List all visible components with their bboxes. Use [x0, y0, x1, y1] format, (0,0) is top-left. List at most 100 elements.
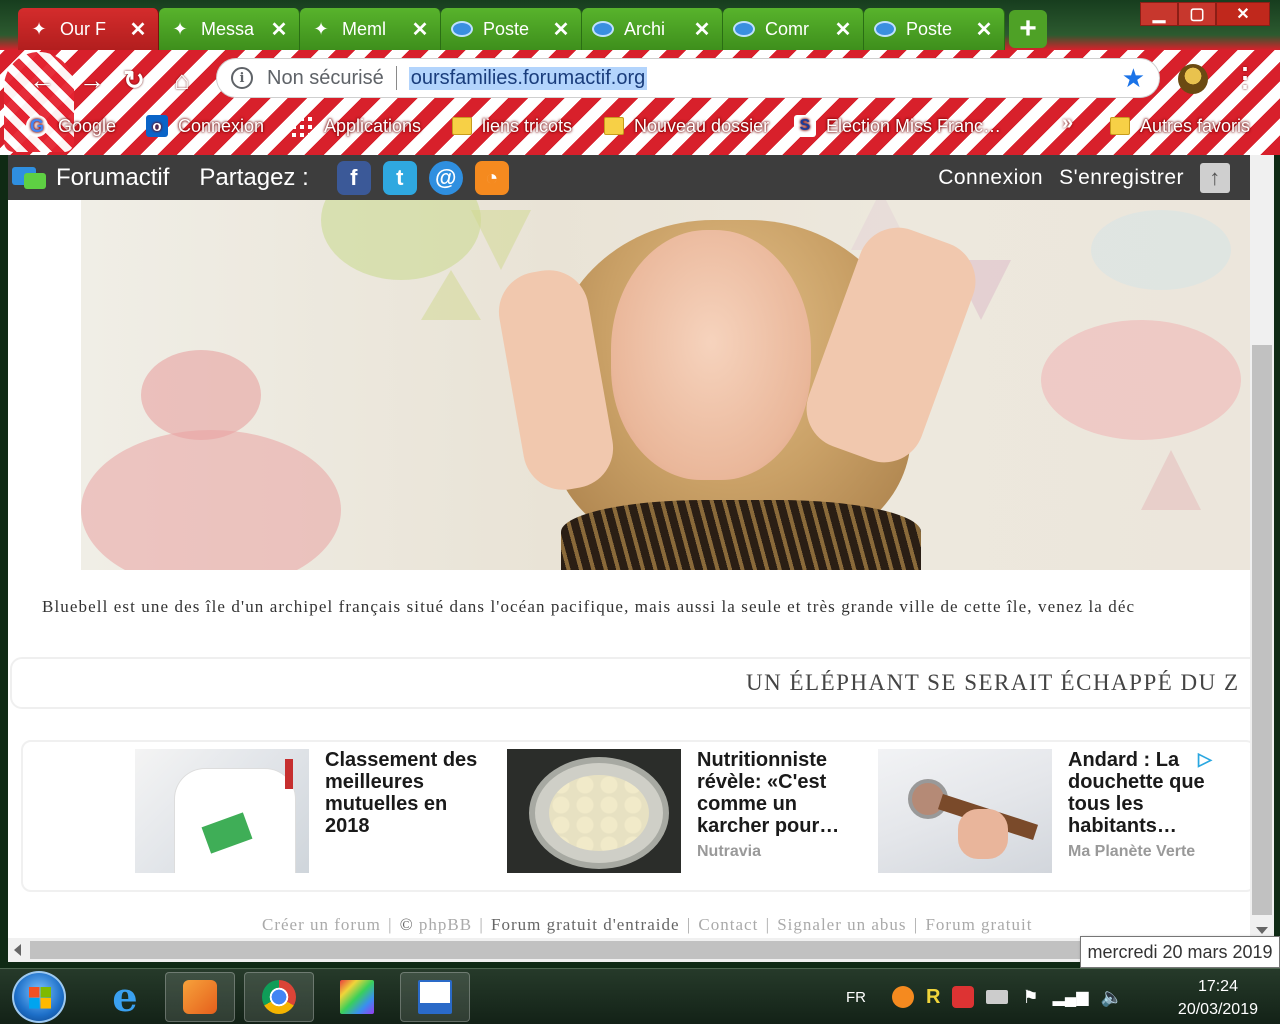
scroll-thumb[interactable]	[1252, 345, 1272, 915]
clock-date: 20/03/2019	[1177, 1001, 1258, 1018]
taskbar-chrome[interactable]	[244, 972, 314, 1022]
chat-bubble-icon	[733, 18, 755, 40]
forward-button[interactable]: →	[76, 64, 108, 96]
clock-time: 17:24	[1197, 978, 1238, 995]
scroll-left-arrow-icon[interactable]	[14, 944, 21, 956]
tab-comments[interactable]: Comr ✕	[723, 8, 864, 50]
url-text[interactable]: oursfamilies.forumactif.org	[408, 66, 648, 90]
profile-avatar[interactable]	[1178, 64, 1208, 94]
ad-image-bananas[interactable]	[507, 749, 681, 873]
contact-link[interactable]: Contact	[698, 915, 758, 934]
minimize-button[interactable]: ▁	[1140, 2, 1178, 26]
close-tab-icon[interactable]: ✕	[974, 17, 994, 42]
close-tab-icon[interactable]: ✕	[410, 17, 430, 42]
forumactif-brand[interactable]: Forumactif	[56, 164, 169, 192]
ad-card[interactable]: Classement des meilleures mutuelles en 2…	[135, 749, 495, 875]
bookmark-label: Connexion	[178, 115, 265, 136]
scroll-thumb[interactable]	[30, 941, 1090, 959]
address-bar[interactable]: i Non sécurisé oursfamilies.forumactif.o…	[216, 58, 1160, 98]
close-tab-icon[interactable]: ✕	[269, 17, 289, 42]
login-link[interactable]: Connexion	[938, 166, 1043, 190]
divider: |	[765, 915, 770, 934]
email-icon[interactable]: @	[428, 160, 463, 195]
rss-icon[interactable]: ◔	[474, 160, 509, 195]
scroll-down-arrow-icon[interactable]	[1256, 927, 1268, 934]
report-abuse-link[interactable]: Signaler un abus	[777, 915, 906, 934]
close-window-button[interactable]: ✕	[1216, 2, 1270, 26]
divider	[395, 66, 397, 90]
facebook-icon[interactable]: f	[336, 160, 371, 195]
ad-image-shower-head[interactable]	[878, 749, 1052, 873]
bookmark-star-icon[interactable]: ★	[1122, 63, 1145, 94]
forumactif-logo-icon[interactable]	[12, 163, 48, 193]
bookmark-liens-tricots[interactable]: liens tricots	[452, 108, 572, 144]
avast-icon[interactable]	[892, 986, 914, 1008]
bookmark-election-miss-france[interactable]: S Election Miss Franc…	[794, 108, 1001, 144]
bookmark-applications[interactable]: Applications	[292, 108, 421, 144]
r-app-icon[interactable]: R	[926, 986, 940, 1009]
ad-source[interactable]: Nutravia	[697, 843, 761, 861]
tab-our-families[interactable]: ✦ Our F ✕	[18, 8, 159, 50]
ad-title[interactable]: Nutritionniste révèle: «C'est comme un k…	[697, 749, 857, 837]
taskbar-photo-app[interactable]	[322, 972, 392, 1022]
bookmark-google[interactable]: G Google	[26, 108, 116, 144]
bookmark-label: Election Miss Franc…	[826, 115, 1002, 136]
volume-icon[interactable]: 🔈	[1101, 987, 1123, 1008]
taskbar-media-player[interactable]	[165, 972, 235, 1022]
home-button[interactable]: ⌂	[166, 64, 198, 96]
new-tab-button[interactable]: +	[1009, 10, 1047, 48]
ad-source[interactable]: Ma Planète Verte	[1068, 843, 1195, 861]
back-button[interactable]: ←	[26, 64, 58, 96]
tab-strip: ✦ Our F ✕ ✦ Messa ✕ ✦ Meml ✕ Poste ✕ Arc…	[18, 8, 1047, 50]
vertical-scrollbar[interactable]	[1250, 155, 1274, 938]
taskbar-internet-explorer[interactable]: e	[90, 972, 160, 1022]
signal-strength-icon[interactable]: ▂▄▆	[1053, 987, 1089, 1007]
bookmark-nouveau-dossier[interactable]: Nouveau dossier	[604, 108, 769, 144]
language-indicator[interactable]: FR	[846, 969, 866, 1024]
site-info-icon[interactable]: i	[231, 67, 253, 89]
ad-card[interactable]: Andard : La douchette que tous les habit…	[878, 749, 1238, 875]
close-tab-icon[interactable]: ✕	[128, 17, 148, 42]
tab-poster-1[interactable]: Poste ✕	[441, 8, 582, 50]
folder-icon	[1110, 117, 1130, 135]
forum-icon: ✦	[172, 18, 188, 39]
taskbar-clock[interactable]: 17:24 20/03/2019	[1178, 975, 1258, 1021]
network-tool-icon[interactable]	[986, 990, 1009, 1004]
create-forum-link[interactable]: Créer un forum	[262, 915, 381, 934]
other-bookmarks[interactable]: Autres favoris	[1110, 108, 1250, 144]
close-tab-icon[interactable]: ✕	[833, 17, 853, 42]
reload-button[interactable]: ↻	[118, 64, 150, 96]
tab-title: Our F	[60, 18, 107, 39]
tab-poster-2[interactable]: Poste ✕	[864, 8, 1005, 50]
start-button[interactable]	[12, 971, 66, 1023]
twitter-icon[interactable]: t	[382, 160, 417, 195]
free-forum-link[interactable]: Forum gratuit	[925, 915, 1032, 934]
bookmark-connexion[interactable]: o Connexion	[146, 108, 264, 144]
forum-description: Bluebell est une des île d'un archipel f…	[42, 597, 1136, 616]
tab-members[interactable]: ✦ Meml ✕	[300, 8, 441, 50]
bookmark-label: liens tricots	[482, 115, 573, 136]
phpbb-link[interactable]: phpBB	[419, 915, 472, 934]
share-label: Partagez :	[199, 163, 309, 191]
free-help-forum-link[interactable]: Forum gratuit d'entraide	[491, 915, 680, 934]
tab-messages[interactable]: ✦ Messa ✕	[159, 8, 300, 50]
copyright-symbol: ©	[399, 915, 414, 934]
browser-menu-icon[interactable]: ⋮	[1232, 62, 1258, 93]
windows-taskbar: e FR R ⚑ ▂▄▆ 🔈 17:24 20/03/2019	[0, 968, 1280, 1024]
tab-archives[interactable]: Archi ✕	[582, 8, 723, 50]
ad-card[interactable]: Nutritionniste révèle: «C'est comme un k…	[507, 749, 867, 875]
maximize-button[interactable]: ▢	[1178, 2, 1216, 26]
close-tab-icon[interactable]: ✕	[692, 17, 712, 42]
news-headline[interactable]: UN ÉLÉPHANT SE SERAIT ÉCHAPPÉ DU Z	[746, 670, 1240, 696]
register-link[interactable]: S'enregistrer	[1059, 166, 1184, 190]
more-bookmarks-chevron[interactable]: »	[1062, 112, 1073, 135]
ad-image-doctor[interactable]	[135, 749, 309, 873]
scroll-top-arrow-icon[interactable]: ↑	[1200, 162, 1230, 193]
internet-explorer-icon: e	[112, 973, 138, 1021]
action-center-flag-icon[interactable]: ⚑	[1022, 987, 1038, 1008]
close-tab-icon[interactable]: ✕	[551, 17, 571, 42]
ccleaner-icon[interactable]	[952, 986, 975, 1008]
adchoices-icon[interactable]: ▷	[1198, 749, 1212, 770]
taskbar-writer[interactable]	[400, 972, 470, 1022]
ad-title[interactable]: Classement des meilleures mutuelles en 2…	[325, 749, 485, 837]
